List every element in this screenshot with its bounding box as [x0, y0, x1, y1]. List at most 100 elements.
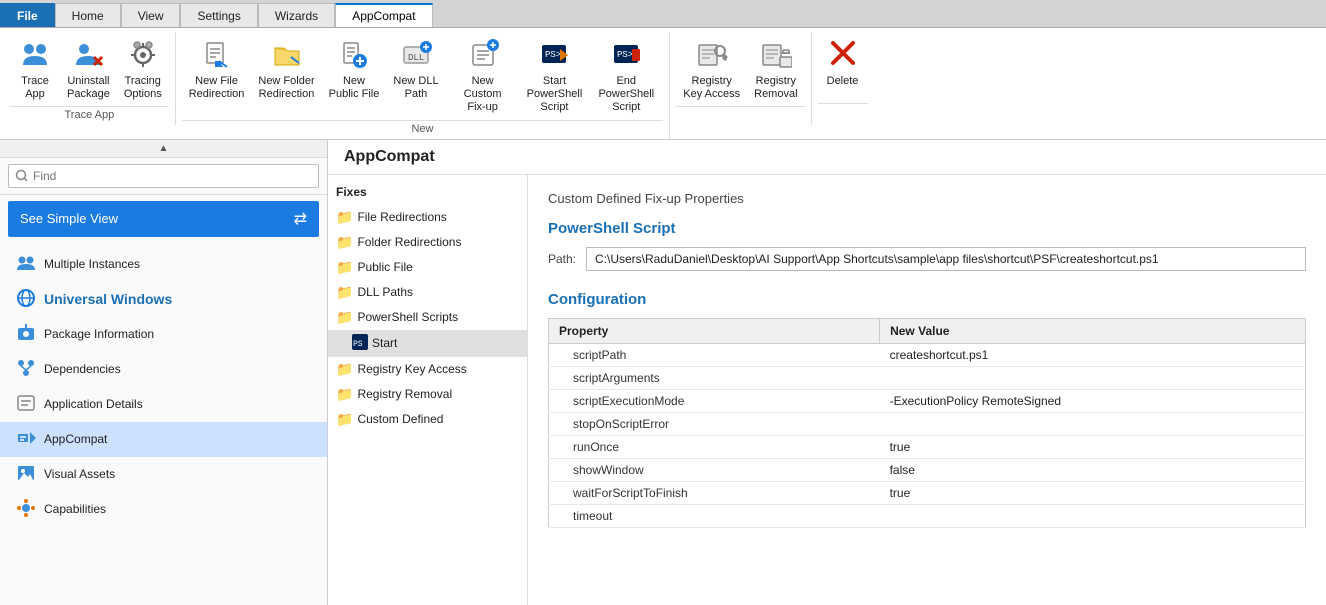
fix-item-folder-redirections[interactable]: 📁 Folder Redirections [328, 230, 527, 255]
uninstall-package-label: UninstallPackage [67, 75, 110, 101]
sidebar-item-package-information[interactable]: Package Information [0, 317, 327, 352]
new-dll-path-button[interactable]: DLL New DLLPath [386, 32, 445, 106]
fix-item-powershell-scripts[interactable]: 📁 PowerShell Scripts [328, 305, 527, 330]
sidebar-scroll-up[interactable]: ▲ [0, 140, 327, 158]
fix-item-public-file[interactable]: 📁 Public File [328, 255, 527, 280]
path-row: Path: C:\Users\RaduDaniel\Desktop\AI Sup… [548, 247, 1306, 271]
registry-removal-button[interactable]: RegistryRemoval [747, 32, 804, 106]
appcompat-icon [16, 428, 36, 451]
multiple-instances-icon [16, 253, 36, 276]
fixes-header: Fixes [328, 183, 527, 205]
registry-key-access-icon [694, 37, 730, 73]
table-row: scriptArguments [549, 366, 1306, 389]
capabilities-label: Capabilities [44, 502, 106, 516]
ribbon-buttons-new: New FileRedirection New FolderRedirectio… [182, 32, 664, 120]
sidebar-item-appcompat[interactable]: AppCompat [0, 422, 327, 457]
config-property-name: timeout [549, 504, 880, 527]
appcompat-page-title: AppCompat [344, 148, 435, 165]
folder-icon-dll-paths: 📁 [336, 284, 353, 301]
start-powershell-script-label: StartPowerShellScript [527, 75, 583, 115]
new-dll-path-label: New DLLPath [393, 75, 438, 101]
fix-label-dll-paths: DLL Paths [357, 285, 413, 299]
new-file-redirection-button[interactable]: New FileRedirection [182, 32, 252, 106]
config-header-value: New Value [880, 318, 1306, 343]
new-folder-redirection-icon [269, 37, 305, 73]
config-property-name: showWindow [549, 458, 880, 481]
config-property-value: createshortcut.ps1 [880, 343, 1306, 366]
delete-button[interactable]: Delete [818, 32, 868, 93]
tab-bar: File Home View Settings Wizards AppCompa… [0, 0, 1326, 28]
registry-group-label [676, 106, 804, 125]
sidebar-item-dependencies[interactable]: Dependencies [0, 352, 327, 387]
fix-label-start: Start [372, 336, 397, 350]
uninstall-package-button[interactable]: UninstallPackage [60, 32, 117, 106]
new-custom-fixup-button[interactable]: New CustomFix-up [446, 32, 520, 120]
fix-label-registry-removal: Registry Removal [357, 387, 452, 401]
uninstall-package-icon [70, 37, 106, 73]
sidebar: ▲ See Simple View ⇄ Multiple Instances [0, 140, 328, 605]
tab-settings[interactable]: Settings [180, 3, 257, 27]
sidebar-section-universal-windows: Universal Windows [0, 282, 327, 317]
application-details-label: Application Details [44, 397, 143, 411]
tracing-options-button[interactable]: TracingOptions [117, 32, 169, 106]
sidebar-item-multiple-instances[interactable]: Multiple Instances [0, 247, 327, 282]
visual-assets-label: Visual Assets [44, 467, 115, 481]
fix-item-file-redirections[interactable]: 📁 File Redirections [328, 205, 527, 230]
new-file-redirection-icon [199, 37, 235, 73]
tab-appcompat[interactable]: AppCompat [335, 3, 432, 27]
content-header: AppCompat [328, 140, 1326, 175]
fix-item-start[interactable]: PS Start [328, 330, 527, 357]
table-row: scriptPathcreateshortcut.ps1 [549, 343, 1306, 366]
tab-home[interactable]: Home [55, 3, 121, 27]
registry-key-access-button[interactable]: RegistryKey Access [676, 32, 747, 106]
custom-defined-fixup-properties-label: Custom Defined Fix-up Properties [548, 191, 1306, 206]
fix-item-dll-paths[interactable]: 📁 DLL Paths [328, 280, 527, 305]
capabilities-icon [16, 498, 36, 521]
search-input[interactable] [8, 164, 319, 188]
config-property-value: false [880, 458, 1306, 481]
sidebar-item-capabilities[interactable]: Capabilities [0, 492, 327, 527]
fixes-panel: Fixes 📁 File Redirections 📁 Folder Redir… [328, 175, 528, 605]
multiple-instances-label: Multiple Instances [44, 257, 140, 271]
new-public-file-icon [336, 37, 372, 73]
fix-item-registry-key-access[interactable]: 📁 Registry Key Access [328, 357, 527, 382]
start-powershell-script-icon: PS> [536, 37, 572, 73]
detail-panel: Custom Defined Fix-up Properties PowerSh… [528, 175, 1326, 605]
tab-view[interactable]: View [121, 3, 181, 27]
folder-icon-registry-key-access: 📁 [336, 361, 353, 378]
new-public-file-button[interactable]: NewPublic File [322, 32, 387, 106]
path-label: Path: [548, 252, 578, 266]
config-property-value: true [880, 435, 1306, 458]
ribbon-group-new: New FileRedirection New FolderRedirectio… [176, 32, 671, 139]
new-file-redirection-label: New FileRedirection [189, 75, 245, 101]
end-powershell-script-label: End PowerShellScript [596, 75, 656, 115]
sidebar-item-visual-assets[interactable]: Visual Assets [0, 457, 327, 492]
config-header-property: Property [549, 318, 880, 343]
tab-file[interactable]: File [0, 3, 55, 27]
sidebar-item-application-details[interactable]: Application Details [0, 387, 327, 422]
start-powershell-script-button[interactable]: PS> StartPowerShellScript [520, 32, 590, 120]
simple-view-button[interactable]: See Simple View ⇄ [8, 201, 319, 237]
fix-label-public-file: Public File [357, 260, 412, 274]
new-custom-fixup-icon [465, 37, 501, 73]
content-body: Fixes 📁 File Redirections 📁 Folder Redir… [328, 175, 1326, 605]
simple-view-label: See Simple View [20, 211, 118, 226]
folder-icon-custom-defined: 📁 [336, 411, 353, 428]
trace-app-button[interactable]: TraceApp [10, 32, 60, 106]
new-folder-redirection-button[interactable]: New FolderRedirection [251, 32, 321, 106]
end-powershell-script-button[interactable]: PS> End PowerShellScript [589, 32, 663, 120]
table-row: stopOnScriptError [549, 412, 1306, 435]
fix-item-registry-removal[interactable]: 📁 Registry Removal [328, 382, 527, 407]
delete-label: Delete [827, 75, 859, 88]
fix-item-custom-defined[interactable]: 📁 Custom Defined [328, 407, 527, 432]
simple-view-icon: ⇄ [294, 209, 307, 229]
main-layout: ▲ See Simple View ⇄ Multiple Instances [0, 140, 1326, 605]
ribbon-group-trace-app: TraceApp UninstallPackage [4, 32, 176, 125]
tracing-options-icon [125, 37, 161, 73]
ribbon: TraceApp UninstallPackage [0, 28, 1326, 140]
tracing-options-label: TracingOptions [124, 75, 162, 101]
fix-label-folder-redirections: Folder Redirections [357, 235, 461, 249]
tab-wizards[interactable]: Wizards [258, 3, 335, 27]
ribbon-group-registry: RegistryKey Access RegistryRemoval [670, 32, 811, 125]
fix-label-file-redirections: File Redirections [357, 210, 446, 224]
